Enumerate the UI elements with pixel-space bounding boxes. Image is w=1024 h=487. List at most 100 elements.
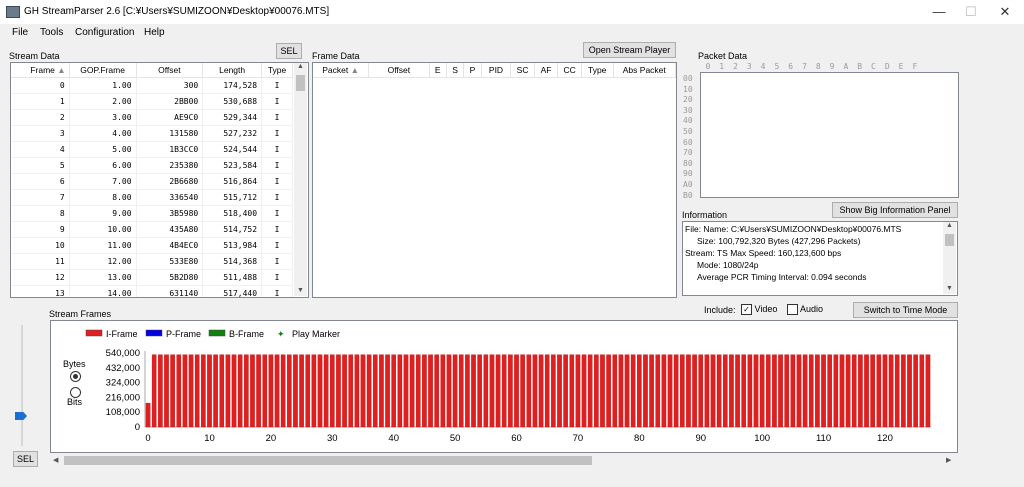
slider-thumb[interactable] — [15, 412, 27, 420]
frame-bar — [913, 354, 918, 428]
scroll-thumb[interactable] — [64, 456, 592, 465]
col-offset[interactable]: Offset — [368, 63, 430, 78]
table-row[interactable]: 3 4.00 131580 527,232 I — [11, 125, 293, 142]
chart-horizontal-scrollbar[interactable]: ◀ ▶ — [50, 454, 956, 467]
frame-bar — [551, 354, 556, 428]
vertical-zoom-slider[interactable] — [14, 323, 30, 448]
table-row[interactable]: 11 12.00 533E80 514,368 I — [11, 253, 293, 270]
table-row[interactable]: 5 6.00 235380 523,584 I — [11, 157, 293, 174]
switch-to-time-mode-button[interactable]: Switch to Time Mode — [853, 302, 958, 318]
frame-bar — [360, 354, 366, 428]
frame-bar — [446, 354, 452, 428]
menu-file[interactable]: File — [12, 27, 28, 38]
table-row[interactable]: 6 7.00 2B6680 516,864 I — [11, 173, 293, 190]
minimize-button[interactable]: — — [922, 0, 956, 24]
col-e[interactable]: E — [429, 63, 447, 78]
maximize-button[interactable]: ☐ — [954, 0, 988, 24]
close-button[interactable]: ✕ — [988, 0, 1022, 24]
col-sc[interactable]: SC — [510, 63, 535, 78]
table-row[interactable]: 8 9.00 3B5980 518,400 I — [11, 205, 293, 222]
open-stream-player-button[interactable]: Open Stream Player — [583, 42, 676, 58]
table-row[interactable]: 12 13.00 5B2D80 511,488 I — [11, 269, 293, 286]
scroll-up-icon[interactable]: ▲ — [294, 63, 307, 70]
col-offset[interactable]: Offset — [136, 63, 204, 78]
table-row[interactable]: 7 8.00 336540 515,712 I — [11, 189, 293, 206]
frame-bar — [557, 354, 562, 428]
scroll-thumb[interactable] — [945, 234, 954, 246]
table-cell: I — [261, 237, 293, 254]
col-frame[interactable]: Frame ▲ — [11, 63, 70, 78]
info-line: File: Name: C:¥Users¥SUMIZOON¥Desktop¥00… — [685, 224, 902, 234]
y-tick-label: 0 — [135, 422, 140, 433]
scroll-left-icon[interactable]: ◀ — [53, 456, 58, 464]
information-panel[interactable]: File: Name: C:¥Users¥SUMIZOON¥Desktop¥00… — [682, 221, 958, 296]
stream-frames-sel-button[interactable]: SEL — [13, 451, 38, 467]
frame-bar — [397, 354, 403, 428]
frame-bar — [262, 354, 268, 428]
frame-bar — [594, 354, 599, 428]
stream-frames-chart[interactable]: I-Frame P-Frame B-Frame ✦ Play Marker 540,00… — [50, 320, 958, 453]
frame-bar — [520, 354, 525, 428]
audio-checkbox[interactable]: Audio — [787, 304, 823, 316]
stream-data-scrollbar[interactable]: ▲ ▼ — [294, 63, 307, 296]
video-checkbox[interactable]: ✓ Video — [741, 304, 777, 316]
col-abs-packet[interactable]: Abs Packet — [613, 63, 676, 78]
scroll-thumb[interactable] — [296, 75, 305, 91]
table-cell: AE9C0 — [136, 109, 204, 126]
table-row[interactable]: 10 11.00 4B4EC0 513,984 I — [11, 237, 293, 254]
stream-data-table[interactable]: Frame ▲ GOP.Frame Offset Length Type 0 1.… — [10, 62, 309, 298]
table-row[interactable]: 1 2.00 2BB00 530,688 I — [11, 93, 293, 110]
show-big-info-panel-button[interactable]: Show Big Information Panel — [832, 202, 958, 218]
table-row[interactable]: 13 14.00 631140 517,440 I — [11, 285, 293, 297]
col-s[interactable]: S — [446, 63, 465, 78]
col-length[interactable]: Length — [202, 63, 263, 78]
hex-column-label: 7 — [802, 62, 807, 71]
scroll-right-icon[interactable]: ▶ — [946, 456, 951, 464]
col-af[interactable]: AF — [534, 63, 559, 78]
scroll-down-icon[interactable]: ▼ — [294, 287, 307, 294]
table-cell: I — [261, 125, 293, 142]
table-cell: 2 — [11, 109, 70, 126]
menu-help[interactable]: Help — [144, 27, 165, 38]
scroll-up-icon[interactable]: ▲ — [943, 222, 956, 229]
frame-data-table[interactable]: Packet ▲ Offset E S P PID SC AF CC Type … — [312, 62, 677, 298]
hex-column-label: 1 — [719, 62, 725, 71]
menu-tools[interactable]: Tools — [40, 27, 63, 38]
table-row[interactable]: 2 3.00 AE9C0 529,344 I — [11, 109, 293, 126]
frame-bar — [403, 354, 409, 428]
frame-bar — [225, 354, 231, 428]
scroll-down-icon[interactable]: ▼ — [943, 285, 956, 292]
table-cell: 435A80 — [136, 221, 204, 238]
col-pid[interactable]: PID — [481, 63, 512, 78]
frame-bar — [514, 354, 519, 428]
hex-row-label: B0 — [683, 190, 693, 200]
col-packet[interactable]: Packet ▲ — [313, 63, 370, 78]
col-gop-frame[interactable]: GOP.Frame — [69, 63, 137, 78]
table-cell: 516,864 — [202, 173, 263, 190]
frame-bar — [667, 354, 673, 428]
stream-data-sel-button[interactable]: SEL — [276, 43, 302, 59]
frame-bar — [244, 354, 249, 428]
packet-data-view[interactable] — [700, 72, 959, 198]
table-row[interactable]: 0 1.00 300 174,528 I — [11, 77, 293, 94]
table-row[interactable]: 4 5.00 1B3CC0 524,544 I — [11, 141, 293, 158]
app-icon — [6, 6, 20, 18]
col-cc[interactable]: CC — [557, 63, 582, 78]
hex-column-label: B — [857, 62, 863, 71]
table-cell: 4B4EC0 — [136, 237, 204, 254]
y-tick-label: 324,000 — [106, 378, 140, 389]
table-cell: 6.00 — [69, 157, 137, 174]
table-cell: 9 — [11, 221, 70, 238]
table-row[interactable]: 9 10.00 435A80 514,752 I — [11, 221, 293, 238]
menu-configuration[interactable]: Configuration — [75, 27, 134, 38]
bytes-label: Bytes — [63, 359, 86, 369]
info-scrollbar[interactable]: ▲ ▼ — [943, 222, 956, 294]
frame-bar — [452, 354, 458, 428]
col-p[interactable]: P — [463, 63, 482, 78]
col-type[interactable]: Type — [581, 63, 614, 78]
bytes-radio[interactable] — [70, 371, 81, 382]
col-type[interactable]: Type — [261, 63, 293, 78]
table-cell: 527,232 — [202, 125, 263, 142]
x-tick-label: 10 — [204, 433, 215, 444]
legend-label: Play Marker — [292, 329, 340, 339]
